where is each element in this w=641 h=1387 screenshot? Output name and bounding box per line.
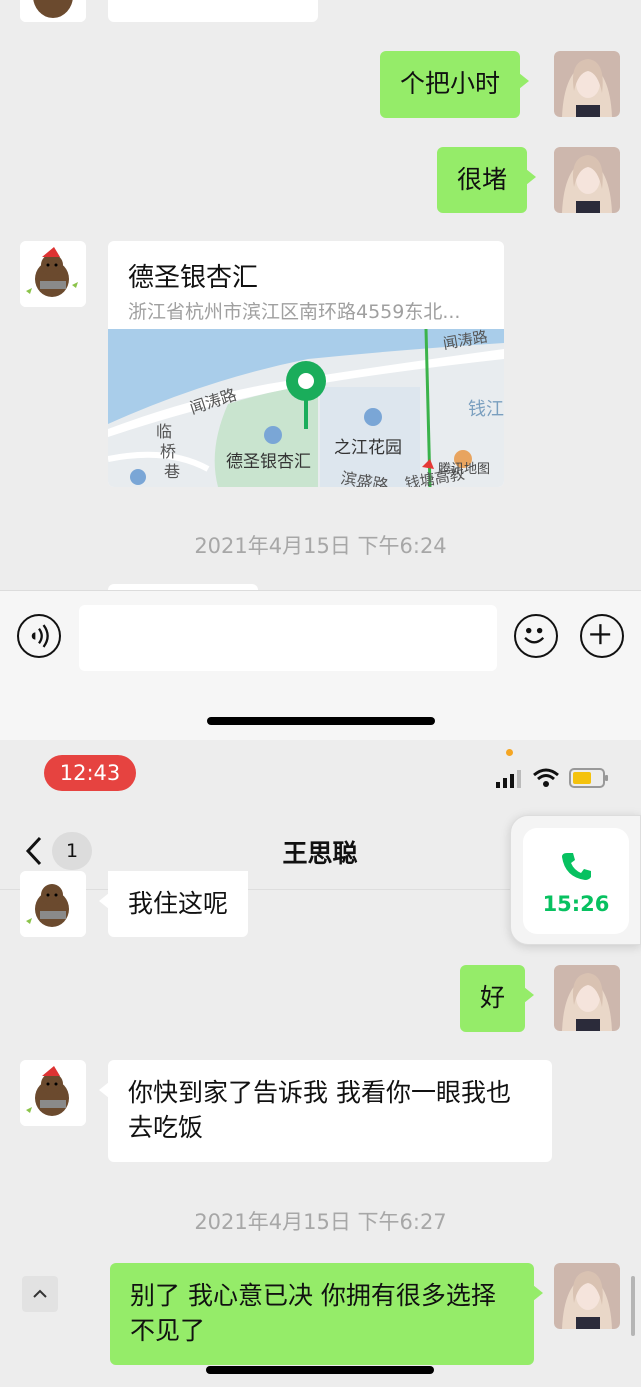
privacy-dot <box>506 749 513 756</box>
emoji-icon[interactable] <box>514 614 558 658</box>
battery-icon <box>569 768 608 788</box>
home-indicator <box>206 1366 434 1374</box>
outgoing-message[interactable]: 个把小时 <box>380 51 530 118</box>
chevron-up-icon <box>33 1289 47 1298</box>
call-widget-inner: 15:26 <box>523 828 629 934</box>
status-bar: 12:43 <box>0 740 641 810</box>
input-bar <box>0 590 641 740</box>
timestamp: 2021年4月15日 下午6:27 <box>194 1210 447 1234</box>
outgoing-message[interactable]: 好 <box>460 965 535 1032</box>
call-duration: 15:26 <box>542 892 610 916</box>
map-brand: 腾讯地图 <box>438 461 490 477</box>
incoming-message[interactable]: 你快到家了告诉我 我看你一眼我也去吃饭 <box>99 1060 552 1162</box>
incoming-message[interactable]: 我住这呢 <box>98 871 249 937</box>
timestamp: 2021年4月15日 下午6:24 <box>194 534 447 558</box>
contact-avatar[interactable] <box>20 241 86 307</box>
contact-avatar[interactable] <box>20 871 86 937</box>
plus-icon[interactable] <box>580 614 624 658</box>
back-chevron-icon[interactable] <box>24 836 44 866</box>
home-indicator <box>207 717 435 725</box>
location-map[interactable]: 闻涛路 闻涛路 之江花园 德圣银杏汇 钱江 临 桥 巷 滨盛路 钱塘高教 腾讯地… <box>108 329 504 487</box>
my-avatar[interactable] <box>554 1263 620 1329</box>
location-address: 浙江省杭州市滨江区南环路4559东北... <box>128 301 461 323</box>
map-lane-label: 临 <box>156 422 172 441</box>
call-floating-widget[interactable]: 15:26 <box>510 815 641 945</box>
partial-bubble <box>108 0 318 22</box>
cellular-signal-icon <box>496 770 521 788</box>
location-title: 德圣银杏汇 <box>128 263 259 293</box>
map-place-label: 之江花园 <box>334 438 402 458</box>
location-card[interactable]: 德圣银杏汇 浙江省杭州市滨江区南环路4559东北... 闻涛路 闻涛路 之江花园… <box>108 241 504 487</box>
outgoing-message[interactable]: 很堵 <box>437 147 537 213</box>
contact-avatar[interactable] <box>20 1060 86 1126</box>
map-lane-label: 桥 <box>160 442 176 461</box>
map-place-label: 德圣银杏汇 <box>226 452 311 472</box>
outgoing-message[interactable]: 别了 我心意已决 你拥有很多选择 不见了 <box>110 1263 543 1365</box>
contact-name-title: 王思聪 <box>282 839 358 868</box>
contact-avatar-partial[interactable] <box>20 0 86 22</box>
map-lane-label: 巷 <box>164 462 180 481</box>
scroll-to-top-button[interactable] <box>22 1276 58 1312</box>
phone-icon <box>562 853 591 880</box>
wifi-icon <box>533 768 559 787</box>
unread-count-badge[interactable]: 1 <box>52 832 92 870</box>
voice-icon[interactable] <box>17 614 61 658</box>
scrollbar[interactable] <box>631 1276 635 1336</box>
message-input[interactable] <box>79 605 497 671</box>
my-avatar[interactable] <box>554 965 620 1031</box>
my-avatar[interactable] <box>554 51 620 117</box>
status-time-pill[interactable]: 12:43 <box>44 755 136 791</box>
my-avatar[interactable] <box>554 147 620 213</box>
map-place-label: 钱江 <box>468 399 504 420</box>
